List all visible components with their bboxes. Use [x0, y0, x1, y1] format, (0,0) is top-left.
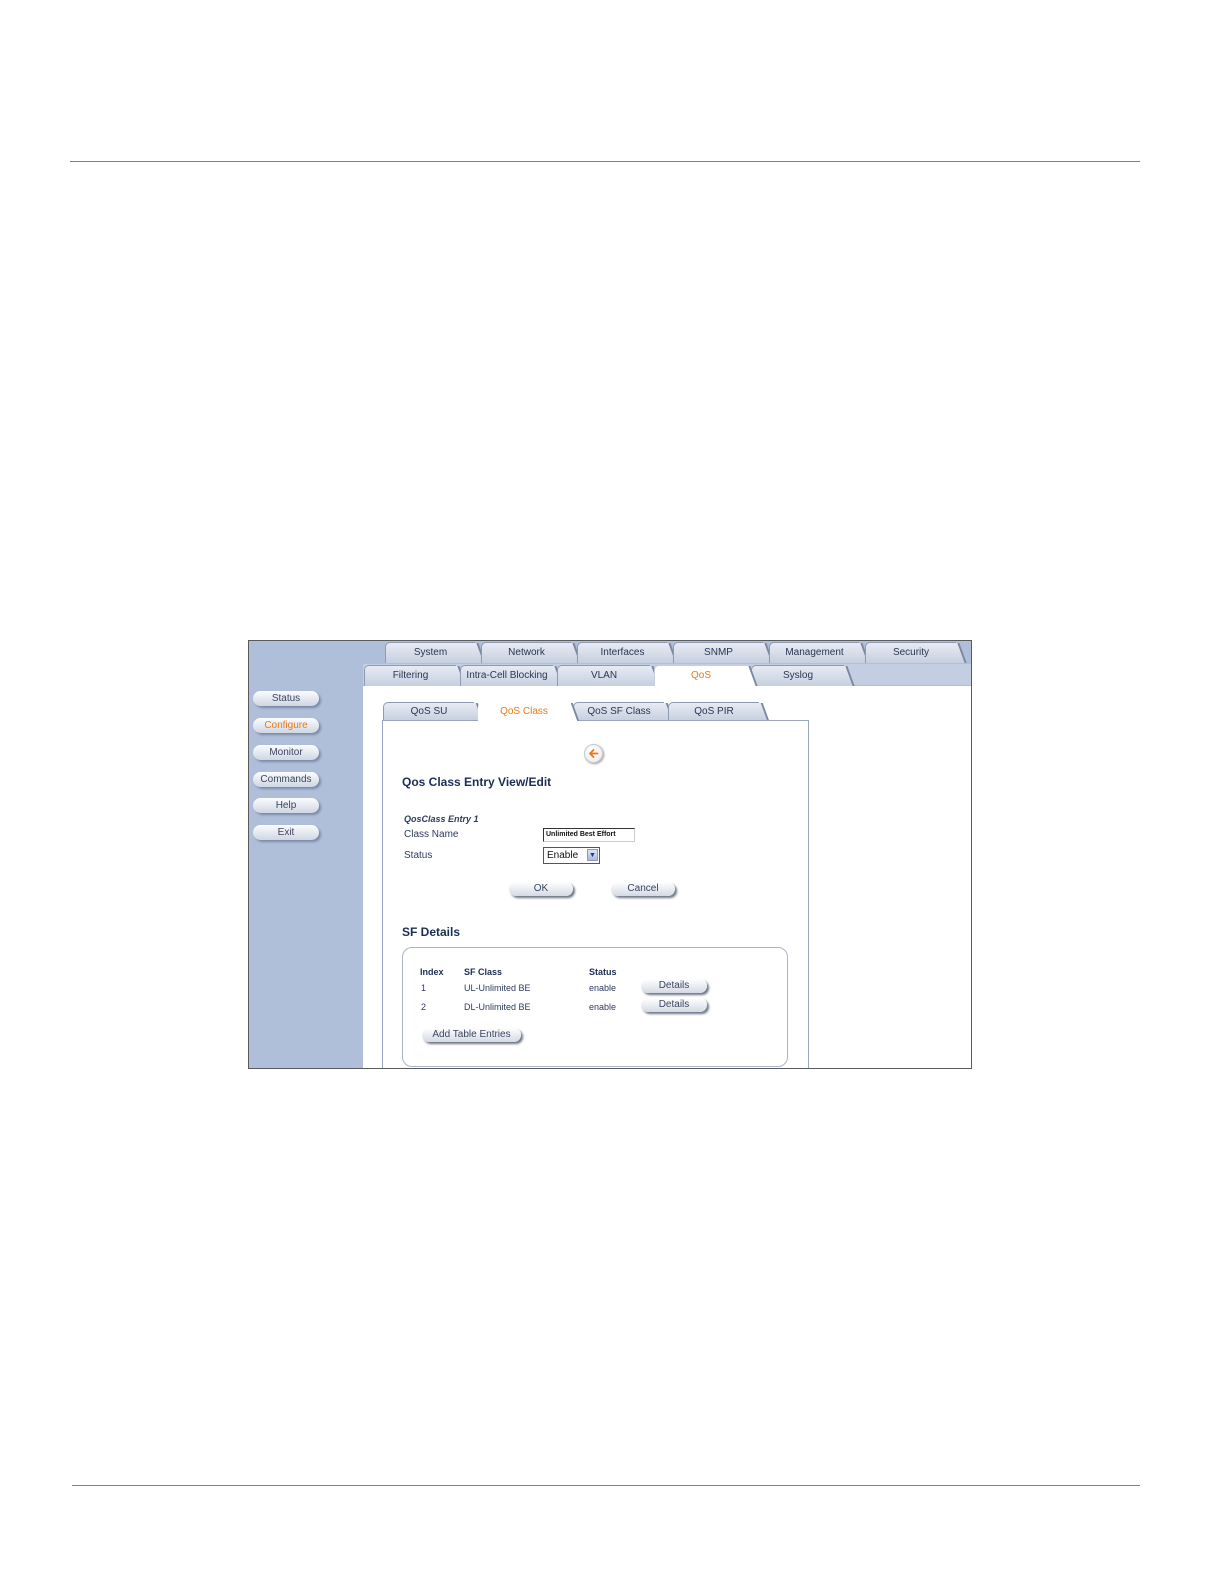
- class-name-input[interactable]: Unlimited Best Effort: [543, 828, 635, 842]
- sf-details-title: SF Details: [402, 925, 461, 939]
- sidebar-item-exit[interactable]: Exit: [253, 825, 319, 840]
- add-table-entries-button[interactable]: Add Table Entries: [422, 1028, 521, 1042]
- row-1-index: 1: [421, 983, 427, 993]
- page-bottom-rule: [72, 1485, 1140, 1486]
- tab-network[interactable]: Network: [481, 642, 571, 663]
- sidebar-item-help[interactable]: Help: [253, 798, 319, 813]
- class-name-label: Class Name: [404, 829, 459, 840]
- subtab-qos-su[interactable]: QoS SU: [383, 702, 474, 721]
- sidebar: Status Configure Monitor Commands Help E…: [249, 641, 363, 1068]
- row-2-details-button[interactable]: Details: [641, 998, 707, 1012]
- sidebar-item-commands[interactable]: Commands: [253, 772, 319, 787]
- tab-vlan[interactable]: VLAN: [557, 665, 650, 686]
- row-2-status: enable: [589, 1002, 617, 1012]
- subtab-qos-pir[interactable]: QoS PIR: [668, 702, 759, 721]
- subtab-qos-sf-class[interactable]: QoS SF Class: [573, 702, 664, 721]
- status-label: Status: [404, 850, 433, 861]
- column-header-status: Status: [589, 967, 617, 977]
- chevron-down-icon[interactable]: ▼: [587, 849, 598, 861]
- tab-syslog[interactable]: Syslog: [751, 665, 844, 686]
- tab-management[interactable]: Management: [769, 642, 859, 663]
- column-header-index: Index: [420, 967, 444, 977]
- tab-security[interactable]: Security: [865, 642, 956, 663]
- status-select[interactable]: Enable ▼: [543, 847, 600, 864]
- subtab-qos-class[interactable]: QoS Class: [478, 702, 569, 721]
- row-1-details-button[interactable]: Details: [641, 979, 707, 993]
- ok-button[interactable]: OK: [509, 882, 573, 896]
- row-2-sf-class: DL-Unlimited BE: [464, 1002, 531, 1012]
- tab-system[interactable]: System: [385, 642, 475, 663]
- tab-filtering[interactable]: Filtering: [364, 665, 456, 686]
- entry-label: QosClass Entry 1: [404, 814, 479, 824]
- row-2-index: 2: [421, 1002, 427, 1012]
- screenshot-frame: Status Configure Monitor Commands Help E…: [248, 640, 972, 1069]
- status-select-value: Enable: [547, 850, 579, 861]
- row-1-status: enable: [589, 983, 617, 993]
- sidebar-item-monitor[interactable]: Monitor: [253, 745, 319, 760]
- form-title: Qos Class Entry View/Edit: [402, 775, 552, 789]
- back-arrow-icon[interactable]: [584, 744, 603, 763]
- tab-interfaces[interactable]: Interfaces: [577, 642, 667, 663]
- tab-snmp[interactable]: SNMP: [673, 642, 763, 663]
- sidebar-item-configure[interactable]: Configure: [253, 718, 319, 733]
- tab-qos[interactable]: QoS: [654, 665, 747, 686]
- cancel-button[interactable]: Cancel: [611, 882, 675, 896]
- page-top-rule: [70, 161, 1140, 162]
- tab-intra-cell-blocking[interactable]: Intra-Cell Blocking: [460, 665, 553, 686]
- row-1-sf-class: UL-Unlimited BE: [464, 983, 531, 993]
- sidebar-item-status[interactable]: Status: [253, 691, 319, 706]
- column-header-sf-class: SF Class: [464, 967, 503, 977]
